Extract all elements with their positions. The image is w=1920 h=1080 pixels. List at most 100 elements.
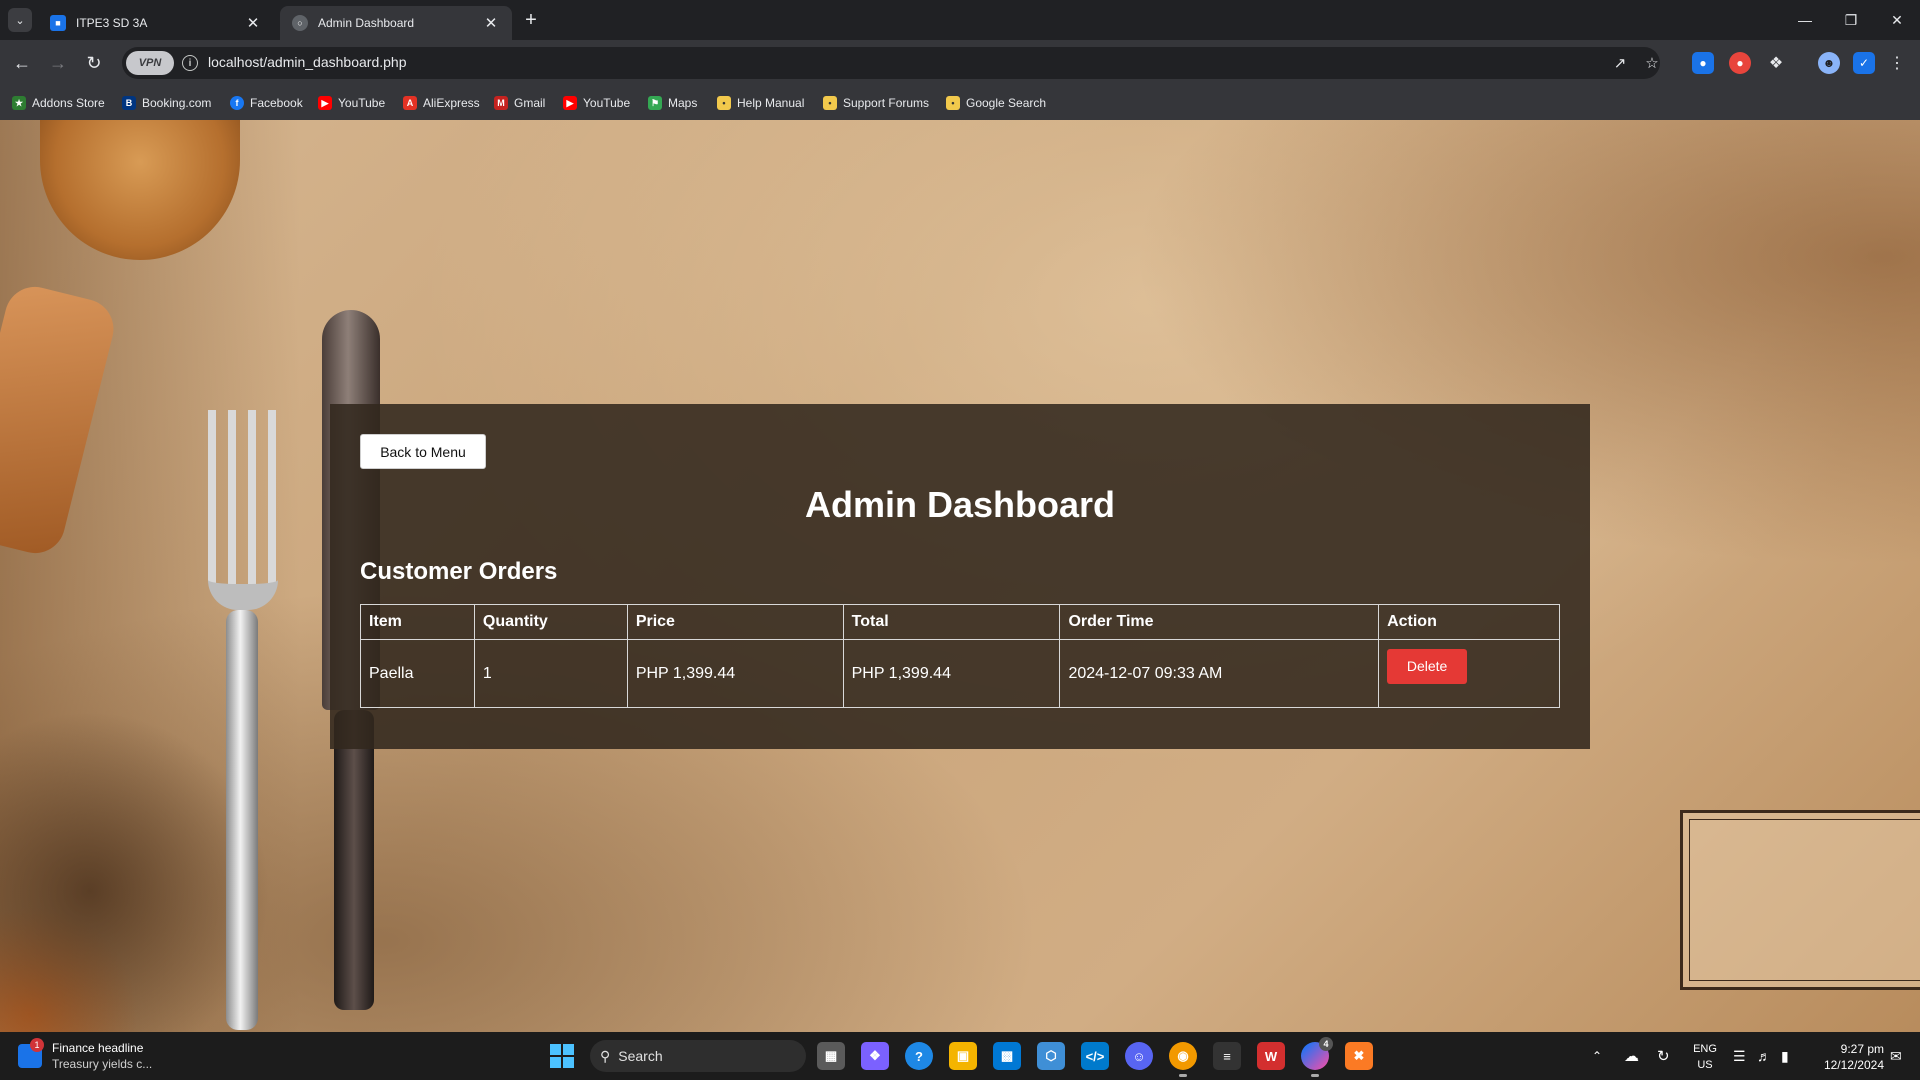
bookmark-gmail[interactable]: M Gmail	[494, 93, 545, 113]
volume-icon[interactable]: ♬	[1757, 1032, 1771, 1080]
bookmark-help-manual[interactable]: • Help Manual	[717, 93, 804, 113]
browser-app-icon[interactable]: ◉	[1169, 1042, 1197, 1077]
settings-sliders-icon[interactable]: ≡	[1213, 1042, 1241, 1070]
virtualbox-icon[interactable]: ⬡	[1037, 1042, 1065, 1070]
address-bar[interactable]: VPN i localhost/admin_dashboard.php ↗ ☆	[122, 47, 1660, 79]
table-row: Paella 1 PHP 1,399.44 PHP 1,399.44 2024-…	[360, 639, 1560, 708]
tab-title: Admin Dashboard	[318, 16, 415, 30]
wps-office-icon[interactable]: W	[1257, 1042, 1285, 1070]
bookmark-support-forums[interactable]: • Support Forums	[823, 93, 929, 113]
windows-start-icon[interactable]	[550, 1044, 574, 1068]
maps-icon: ⚑	[648, 96, 662, 110]
news-widget[interactable]: 1 Finance headline Treasury yields c...	[18, 1038, 152, 1072]
search-placeholder: Search	[618, 1048, 663, 1064]
sync-icon[interactable]: ↻	[1657, 1032, 1670, 1080]
bookmark-star-icon[interactable]: ☆	[1642, 53, 1662, 73]
region-code: US	[1697, 1059, 1713, 1071]
column-header-item: Item	[360, 604, 475, 640]
bookmark-maps[interactable]: ⚑ Maps	[648, 93, 697, 113]
task-view-icon[interactable]: ▦	[817, 1042, 845, 1070]
news-title: Finance headline	[52, 1041, 144, 1055]
vscode-icon[interactable]: </>	[1081, 1042, 1109, 1070]
tab-itpe3[interactable]: ■ ITPE3 SD 3A ✕	[38, 6, 274, 40]
bookmark-label: Maps	[668, 96, 698, 110]
xampp-icon[interactable]: ✖	[1345, 1042, 1373, 1070]
bookmark-label: YouTube	[338, 96, 386, 110]
new-tab-button[interactable]: +	[520, 9, 542, 31]
wifi-icon[interactable]: ☰	[1733, 1032, 1746, 1080]
close-tab-icon[interactable]: ✕	[482, 14, 500, 32]
clock-time: 9:27 pm	[1840, 1042, 1884, 1056]
microsoft-store-icon[interactable]: ▩	[993, 1042, 1021, 1070]
column-header-action: Action	[1378, 604, 1560, 640]
cell-action: Delete	[1378, 639, 1560, 708]
language-code: ENG	[1693, 1043, 1717, 1055]
restore-icon[interactable]: ❐	[1836, 8, 1866, 32]
tab-admin-dashboard[interactable]: ○ Admin Dashboard ✕	[280, 6, 512, 40]
news-text: Finance headline Treasury yields c...	[52, 1040, 152, 1072]
help-icon: •	[717, 96, 731, 110]
bookmark-facebook[interactable]: f Facebook	[230, 93, 303, 113]
bookmark-label: Gmail	[514, 96, 546, 110]
close-tab-icon[interactable]: ✕	[244, 14, 262, 32]
site-info-icon[interactable]: i	[182, 55, 198, 71]
close-window-icon[interactable]: ✕	[1882, 8, 1912, 32]
tray-overflow-icon[interactable]: ⌃	[1592, 1032, 1602, 1080]
extensions-puzzle-icon[interactable]: ❖	[1765, 52, 1787, 74]
messenger-icon[interactable]: 4	[1301, 1037, 1333, 1077]
youtube-icon: ▶	[563, 96, 577, 110]
minimize-icon[interactable]: —	[1790, 8, 1820, 32]
bookmark-addons-store[interactable]: ★ Addons Store	[12, 93, 105, 113]
background-fork-handle-illustration	[226, 610, 258, 1030]
profile-avatar-icon[interactable]: ☻	[1818, 52, 1840, 74]
url-text[interactable]: localhost/admin_dashboard.php	[208, 54, 406, 70]
back-to-menu-button[interactable]: Back to Menu	[360, 434, 486, 469]
vpn-extension-icon[interactable]: ●	[1729, 52, 1751, 74]
taskbar-search-box[interactable]: ⚲ Search	[590, 1040, 806, 1072]
bookmark-label: Booking.com	[142, 96, 212, 110]
weather-app-icon[interactable]: ?	[905, 1042, 933, 1070]
bookmark-youtube[interactable]: ▶ YouTube	[318, 93, 385, 113]
google-search-icon: •	[946, 96, 960, 110]
kebab-menu-icon[interactable]: ⋮	[1886, 52, 1908, 74]
tab-search-chevron-icon[interactable]: ⌄	[8, 8, 32, 32]
language-indicator[interactable]: ENG US	[1690, 1041, 1720, 1073]
globe-favicon-icon: ○	[292, 15, 308, 31]
bookmark-label: AliExpress	[423, 96, 480, 110]
clock-date: 12/12/2024	[1823, 1058, 1884, 1072]
column-header-price: Price	[626, 604, 844, 640]
bookmark-label: Help Manual	[737, 96, 805, 110]
bookmark-label: YouTube	[583, 96, 631, 110]
system-clock[interactable]: 9:27 pm 12/12/2024	[1814, 1041, 1884, 1073]
share-icon[interactable]: ↗	[1610, 53, 1630, 73]
table-header-row: Item Quantity Price Total Order Time Act…	[360, 604, 1560, 640]
classroom-favicon-icon: ■	[50, 15, 66, 31]
vpn-button[interactable]: VPN	[126, 51, 174, 75]
bookmark-google-search[interactable]: • Google Search	[946, 93, 1046, 113]
cell-order-time: 2024-12-07 09:33 AM	[1059, 639, 1380, 708]
delete-order-button[interactable]: Delete	[1387, 649, 1468, 684]
bookmark-label: Support Forums	[843, 96, 930, 110]
shield-check-icon[interactable]: ✓	[1853, 52, 1875, 74]
tab-title: ITPE3 SD 3A	[76, 16, 148, 30]
discord-icon[interactable]: ☺	[1125, 1042, 1153, 1070]
forward-arrow-icon[interactable]: →	[44, 49, 72, 77]
password-manager-icon[interactable]: ●	[1692, 52, 1714, 74]
copilot-icon[interactable]: ❖	[861, 1042, 889, 1070]
onedrive-cloud-icon[interactable]: ☁	[1624, 1032, 1639, 1080]
bookmark-youtube-2[interactable]: ▶ YouTube	[563, 93, 630, 113]
bookmark-aliexpress[interactable]: A AliExpress	[403, 93, 480, 113]
windows-taskbar: 1 Finance headline Treasury yields c... …	[0, 1032, 1920, 1080]
customer-orders-heading: Customer Orders	[360, 558, 558, 585]
reload-icon[interactable]: ↻	[80, 49, 108, 77]
file-explorer-icon[interactable]: ▣	[949, 1042, 977, 1070]
bookmark-booking[interactable]: B Booking.com	[122, 93, 211, 113]
battery-icon[interactable]: ▮	[1781, 1032, 1789, 1080]
youtube-icon: ▶	[318, 96, 332, 110]
notifications-bell-icon[interactable]: ✉	[1890, 1032, 1902, 1080]
search-icon: ⚲	[600, 1047, 611, 1064]
back-arrow-icon[interactable]: ←	[8, 49, 36, 77]
column-header-order-time: Order Time	[1059, 604, 1380, 640]
bookmark-label: Facebook	[250, 96, 303, 110]
forums-icon: •	[823, 96, 837, 110]
